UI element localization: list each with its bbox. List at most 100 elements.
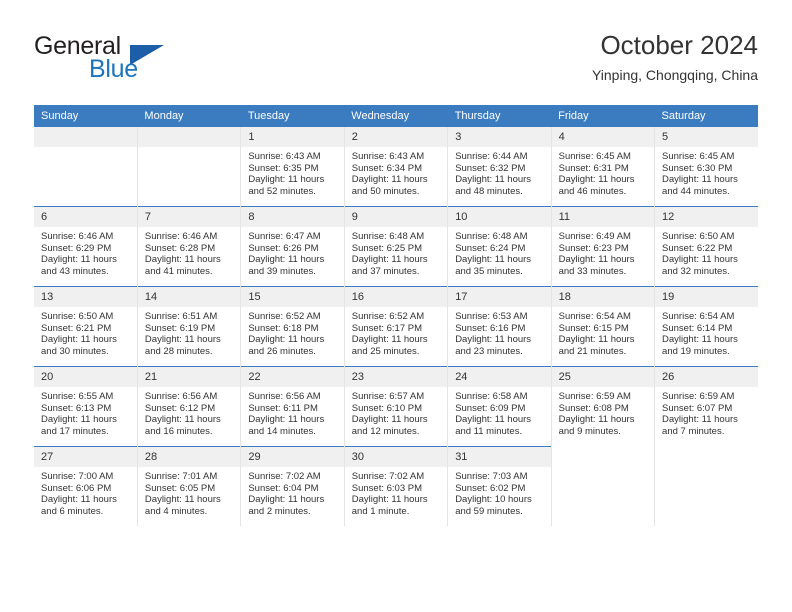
calendar-day-cell[interactable]: 17 Sunrise: 6:53 AM Sunset: 6:16 PM Dayligh… <box>447 286 552 367</box>
day-number: 9 <box>344 207 448 227</box>
calendar-day-cell[interactable]: 25 Sunrise: 6:59 AM Sunset: 6:08 PM Dayligh… <box>551 366 656 447</box>
daylight-text-line1: Daylight: 11 hours <box>41 494 117 506</box>
calendar-day-cell-empty <box>654 446 758 526</box>
calendar-day-cell[interactable]: 24 Sunrise: 6:58 AM Sunset: 6:09 PM Dayligh… <box>447 366 552 447</box>
calendar-day-cell[interactable]: 9 Sunrise: 6:48 AM Sunset: 6:25 PM Daylight… <box>344 206 449 287</box>
sunrise-text: Sunrise: 6:45 AM <box>662 151 735 162</box>
calendar-week-row: 27 Sunrise: 7:00 AM Sunset: 6:06 PM Dayligh… <box>34 446 758 526</box>
calendar-day-cell[interactable]: 30 Sunrise: 7:02 AM Sunset: 6:03 PM Dayligh… <box>344 446 449 526</box>
page-title: October 2024 <box>600 30 758 60</box>
daylight-text-line1: Daylight: 11 hours <box>662 414 738 426</box>
sunrise-text: Sunrise: 6:52 AM <box>248 311 321 322</box>
calendar-day-cell[interactable]: 28 Sunrise: 7:01 AM Sunset: 6:05 PM Dayligh… <box>137 446 242 526</box>
day-number: 7 <box>137 207 241 227</box>
calendar-day-cell[interactable]: 6 Sunrise: 6:46 AM Sunset: 6:29 PM Daylight… <box>34 206 138 287</box>
day-info: Sunrise: 6:48 AM Sunset: 6:24 PM Daylight:… <box>448 227 550 277</box>
sunset-text: Sunset: 6:05 PM <box>144 482 216 494</box>
daylight-text-line2: and 7 minutes. <box>662 425 725 437</box>
calendar-day-cell[interactable]: 11 Sunrise: 6:49 AM Sunset: 6:23 PM Dayligh… <box>551 206 656 287</box>
weekday-header-wednesday: Wednesday <box>344 105 448 127</box>
daylight-text-line2: and 32 minutes. <box>662 265 730 277</box>
day-info: Sunrise: 6:48 AM Sunset: 6:25 PM Daylight:… <box>345 227 447 277</box>
day-info: Sunrise: 6:45 AM Sunset: 6:31 PM Daylight:… <box>552 147 654 197</box>
day-number <box>137 127 241 147</box>
calendar-day-cell[interactable]: 12 Sunrise: 6:50 AM Sunset: 6:22 PM Dayligh… <box>654 206 758 287</box>
calendar-day-cell[interactable]: 19 Sunrise: 6:54 AM Sunset: 6:14 PM Dayligh… <box>654 286 758 367</box>
day-number: 25 <box>551 367 655 387</box>
day-info: Sunrise: 6:44 AM Sunset: 6:32 PM Daylight:… <box>448 147 550 197</box>
page-subtitle: Yinping, Chongqing, China <box>591 67 758 83</box>
calendar-day-cell[interactable]: 14 Sunrise: 6:51 AM Sunset: 6:19 PM Dayligh… <box>137 286 242 367</box>
day-number <box>551 446 655 467</box>
sunrise-text: Sunrise: 6:59 AM <box>662 391 735 402</box>
day-number: 18 <box>551 287 655 307</box>
sunset-text: Sunset: 6:24 PM <box>455 242 526 254</box>
calendar-day-cell[interactable]: 4 Sunrise: 6:45 AM Sunset: 6:31 PM Daylight… <box>551 127 656 207</box>
sunrise-text: Sunrise: 6:52 AM <box>351 311 425 322</box>
daylight-text-line2: and 30 minutes. <box>41 345 109 357</box>
weekday-header-thursday: Thursday <box>447 105 552 127</box>
calendar-day-cell[interactable]: 20 Sunrise: 6:55 AM Sunset: 6:13 PM Dayligh… <box>34 366 138 447</box>
calendar-day-cell[interactable]: 1 Sunrise: 6:43 AM Sunset: 6:35 PM Daylight… <box>240 127 345 207</box>
day-info: Sunrise: 7:01 AM Sunset: 6:05 PM Daylight:… <box>138 467 240 517</box>
day-number: 10 <box>448 207 551 227</box>
weekday-header-tuesday: Tuesday <box>240 105 345 127</box>
calendar-day-cell[interactable]: 5 Sunrise: 6:45 AM Sunset: 6:30 PM Daylight… <box>654 127 758 207</box>
calendar-day-cell[interactable]: 8 Sunrise: 6:47 AM Sunset: 6:26 PM Daylight… <box>240 206 345 287</box>
daylight-text-line1: Daylight: 10 hours <box>455 494 532 506</box>
calendar-day-cell[interactable]: 10 Sunrise: 6:48 AM Sunset: 6:24 PM Dayligh… <box>447 206 552 287</box>
day-number <box>655 446 758 467</box>
calendar-day-cell[interactable]: 29 Sunrise: 7:02 AM Sunset: 6:04 PM Dayligh… <box>240 446 345 526</box>
day-number: 27 <box>34 447 137 467</box>
calendar-day-cell[interactable]: 13 Sunrise: 6:50 AM Sunset: 6:21 PM Dayligh… <box>34 286 138 367</box>
sunrise-text: Sunrise: 6:59 AM <box>558 391 631 402</box>
weekday-header-friday: Friday <box>551 105 655 127</box>
day-info: Sunrise: 6:58 AM Sunset: 6:09 PM Daylight:… <box>448 387 550 437</box>
daylight-text-line1: Daylight: 11 hours <box>248 494 325 506</box>
day-number: 30 <box>344 447 448 467</box>
calendar-day-cell[interactable]: 21 Sunrise: 6:56 AM Sunset: 6:12 PM Dayligh… <box>137 366 242 447</box>
calendar-page: General Blue October 2024 Yinping, Chong… <box>0 0 792 612</box>
daylight-text-line1: Daylight: 11 hours <box>248 174 325 186</box>
day-info: Sunrise: 6:55 AM Sunset: 6:13 PM Daylight:… <box>34 387 137 437</box>
calendar-day-cell-empty <box>551 446 656 526</box>
calendar-day-cell[interactable]: 27 Sunrise: 7:00 AM Sunset: 6:06 PM Dayligh… <box>34 446 138 526</box>
calendar-day-cell[interactable]: 18 Sunrise: 6:54 AM Sunset: 6:15 PM Dayligh… <box>551 286 656 367</box>
daylight-text-line2: and 19 minutes. <box>662 345 730 357</box>
calendar-day-cell[interactable]: 2 Sunrise: 6:43 AM Sunset: 6:34 PM Daylight… <box>344 127 449 207</box>
calendar-day-cell[interactable]: 31 Sunrise: 7:03 AM Sunset: 6:02 PM Dayligh… <box>447 446 552 526</box>
calendar-day-cell[interactable]: 16 Sunrise: 6:52 AM Sunset: 6:17 PM Dayligh… <box>344 286 449 367</box>
sunrise-text: Sunrise: 7:02 AM <box>248 471 321 482</box>
daylight-text-line1: Daylight: 11 hours <box>455 254 532 266</box>
day-info: Sunrise: 6:50 AM Sunset: 6:21 PM Daylight:… <box>34 307 137 357</box>
daylight-text-line1: Daylight: 11 hours <box>41 334 117 346</box>
sunrise-text: Sunrise: 6:54 AM <box>558 311 631 322</box>
day-info: Sunrise: 6:54 AM Sunset: 6:14 PM Daylight:… <box>655 307 758 357</box>
calendar-day-cell[interactable]: 23 Sunrise: 6:57 AM Sunset: 6:10 PM Dayligh… <box>344 366 449 447</box>
day-number: 19 <box>655 287 758 307</box>
sunset-text: Sunset: 6:23 PM <box>558 242 629 254</box>
sunset-text: Sunset: 6:13 PM <box>41 402 112 414</box>
calendar-day-cell[interactable]: 3 Sunrise: 6:44 AM Sunset: 6:32 PM Daylight… <box>447 127 552 207</box>
calendar-day-cell[interactable]: 15 Sunrise: 6:52 AM Sunset: 6:18 PM Dayligh… <box>240 286 345 367</box>
daylight-text-line1: Daylight: 11 hours <box>144 334 221 346</box>
day-number: 8 <box>241 207 344 227</box>
calendar-week-row: 13 Sunrise: 6:50 AM Sunset: 6:21 PM Dayligh… <box>34 286 758 367</box>
sunset-text: Sunset: 6:22 PM <box>662 242 733 254</box>
general-blue-logo[interactable]: General Blue <box>34 32 224 88</box>
day-info: Sunrise: 6:56 AM Sunset: 6:11 PM Daylight:… <box>241 387 343 437</box>
daylight-text-line2: and 41 minutes. <box>144 265 213 277</box>
daylight-text-line1: Daylight: 11 hours <box>455 334 532 346</box>
daylight-text-line1: Daylight: 11 hours <box>248 414 325 426</box>
daylight-text-line2: and 37 minutes. <box>351 265 420 277</box>
calendar-day-cell[interactable]: 7 Sunrise: 6:46 AM Sunset: 6:28 PM Daylight… <box>137 206 242 287</box>
sunset-text: Sunset: 6:25 PM <box>351 242 422 254</box>
sunrise-text: Sunrise: 6:57 AM <box>351 391 425 402</box>
sunset-text: Sunset: 6:15 PM <box>558 322 629 334</box>
calendar-day-cell[interactable]: 26 Sunrise: 6:59 AM Sunset: 6:07 PM Dayligh… <box>654 366 758 447</box>
calendar-day-cell[interactable]: 22 Sunrise: 6:56 AM Sunset: 6:11 PM Dayligh… <box>240 366 345 447</box>
sunset-text: Sunset: 6:28 PM <box>144 242 216 254</box>
daylight-text-line2: and 44 minutes. <box>662 185 730 197</box>
sunset-text: Sunset: 6:34 PM <box>351 162 422 174</box>
daylight-text-line1: Daylight: 11 hours <box>144 254 221 266</box>
